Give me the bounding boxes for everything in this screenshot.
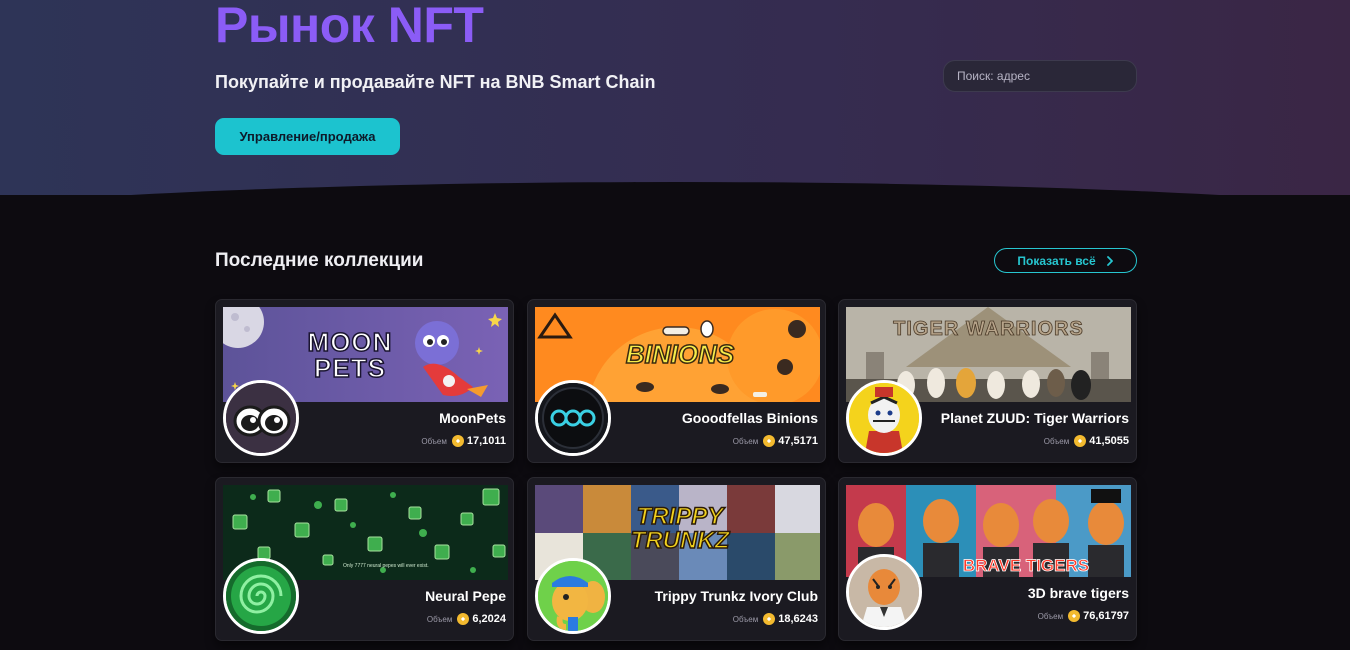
collection-card[interactable]: BRAVE TIGERS 3D brave tigers Объем 76,61… bbox=[838, 477, 1137, 641]
volume-label: Объем bbox=[1043, 436, 1070, 446]
collection-avatar bbox=[846, 554, 922, 630]
collection-avatar bbox=[223, 558, 299, 634]
volume-label: Объем bbox=[426, 614, 453, 624]
collection-card[interactable]: MOON PETS MoonPets Объем 17,1011 bbox=[215, 299, 514, 463]
volume-value: 18,6243 bbox=[778, 613, 818, 625]
bnb-coin-icon bbox=[457, 613, 470, 625]
collection-avatar bbox=[846, 380, 922, 456]
collection-volume: Объем 18,6243 bbox=[733, 613, 818, 625]
collection-avatar bbox=[223, 380, 299, 456]
volume-value: 17,1011 bbox=[466, 435, 506, 447]
page-subtitle: Покупайте и продавайте NFT на BNB Smart … bbox=[215, 72, 656, 92]
collection-volume: Объем 41,5055 bbox=[1044, 435, 1129, 447]
collection-card[interactable]: BINIONS Gooodfellas Binions Объем 47,517… bbox=[527, 299, 826, 463]
hero-curve bbox=[0, 182, 1350, 195]
banner-logo-text: TRIPPY TRUNKZ bbox=[630, 503, 730, 554]
bnb-coin-icon bbox=[1074, 435, 1087, 447]
volume-label: Объем bbox=[732, 436, 759, 446]
collection-avatar bbox=[535, 558, 611, 634]
collection-card[interactable]: Only 7777 neural pepes will ever exist. … bbox=[215, 477, 514, 641]
volume-value: 6,2024 bbox=[472, 613, 506, 625]
collection-avatar bbox=[535, 380, 611, 456]
banner-logo-text: MOON PETS bbox=[307, 327, 393, 383]
volume-value: 76,61797 bbox=[1083, 610, 1129, 622]
collection-card[interactable]: TRIPPY TRUNKZ Trippy Trunkz Ivory Club О… bbox=[527, 477, 826, 641]
volume-label: Объем bbox=[421, 436, 447, 446]
collection-volume: Объем 17,1011 bbox=[421, 435, 506, 447]
bnb-coin-icon bbox=[763, 613, 776, 625]
section-title: Последние коллекции bbox=[215, 250, 424, 271]
show-all-label: Показать всё bbox=[1017, 253, 1096, 268]
banner-caption: Only 7777 neural pepes will ever exist. bbox=[343, 563, 429, 569]
bnb-coin-icon bbox=[1068, 610, 1081, 622]
collection-volume: Объем 6,2024 bbox=[427, 613, 506, 625]
collection-card[interactable]: TIGER WARRIORS Planet ZUUD: Tiger Warrio… bbox=[838, 299, 1137, 463]
volume-value: 41,5055 bbox=[1089, 435, 1129, 447]
collection-name: Planet ZUUD: Tiger Warriors bbox=[940, 410, 1129, 426]
chevron-right-icon bbox=[1106, 255, 1113, 266]
collection-name: MoonPets bbox=[439, 410, 506, 426]
collection-name: Neural Pepe bbox=[425, 588, 506, 604]
search-input[interactable]: Поиск: адрес bbox=[943, 60, 1137, 92]
collection-volume: Объем 76,61797 bbox=[1038, 610, 1129, 622]
collection-name: Trippy Trunkz Ivory Club bbox=[654, 588, 818, 604]
volume-label: Объем bbox=[732, 614, 759, 624]
collection-name: 3D brave tigers bbox=[1027, 585, 1129, 601]
volume-value: 47,5171 bbox=[778, 435, 818, 447]
hero-banner: Рынок NFT Покупайте и продавайте NFT на … bbox=[0, 0, 1350, 195]
bnb-coin-icon bbox=[763, 435, 776, 447]
manage-sell-button[interactable]: Управление/продажа bbox=[215, 118, 400, 155]
banner-logo-text: BINIONS bbox=[625, 339, 735, 369]
show-all-button[interactable]: Показать всё bbox=[994, 248, 1137, 273]
collection-name: Gooodfellas Binions bbox=[681, 410, 818, 426]
collection-volume: Объем 47,5171 bbox=[733, 435, 818, 447]
banner-logo-text: TIGER WARRIORS bbox=[893, 318, 1084, 340]
page-title: Рынок NFT bbox=[215, 0, 484, 53]
banner-logo-text: BRAVE TIGERS bbox=[962, 556, 1090, 575]
volume-label: Объем bbox=[1037, 611, 1064, 621]
bnb-coin-icon bbox=[451, 435, 464, 447]
